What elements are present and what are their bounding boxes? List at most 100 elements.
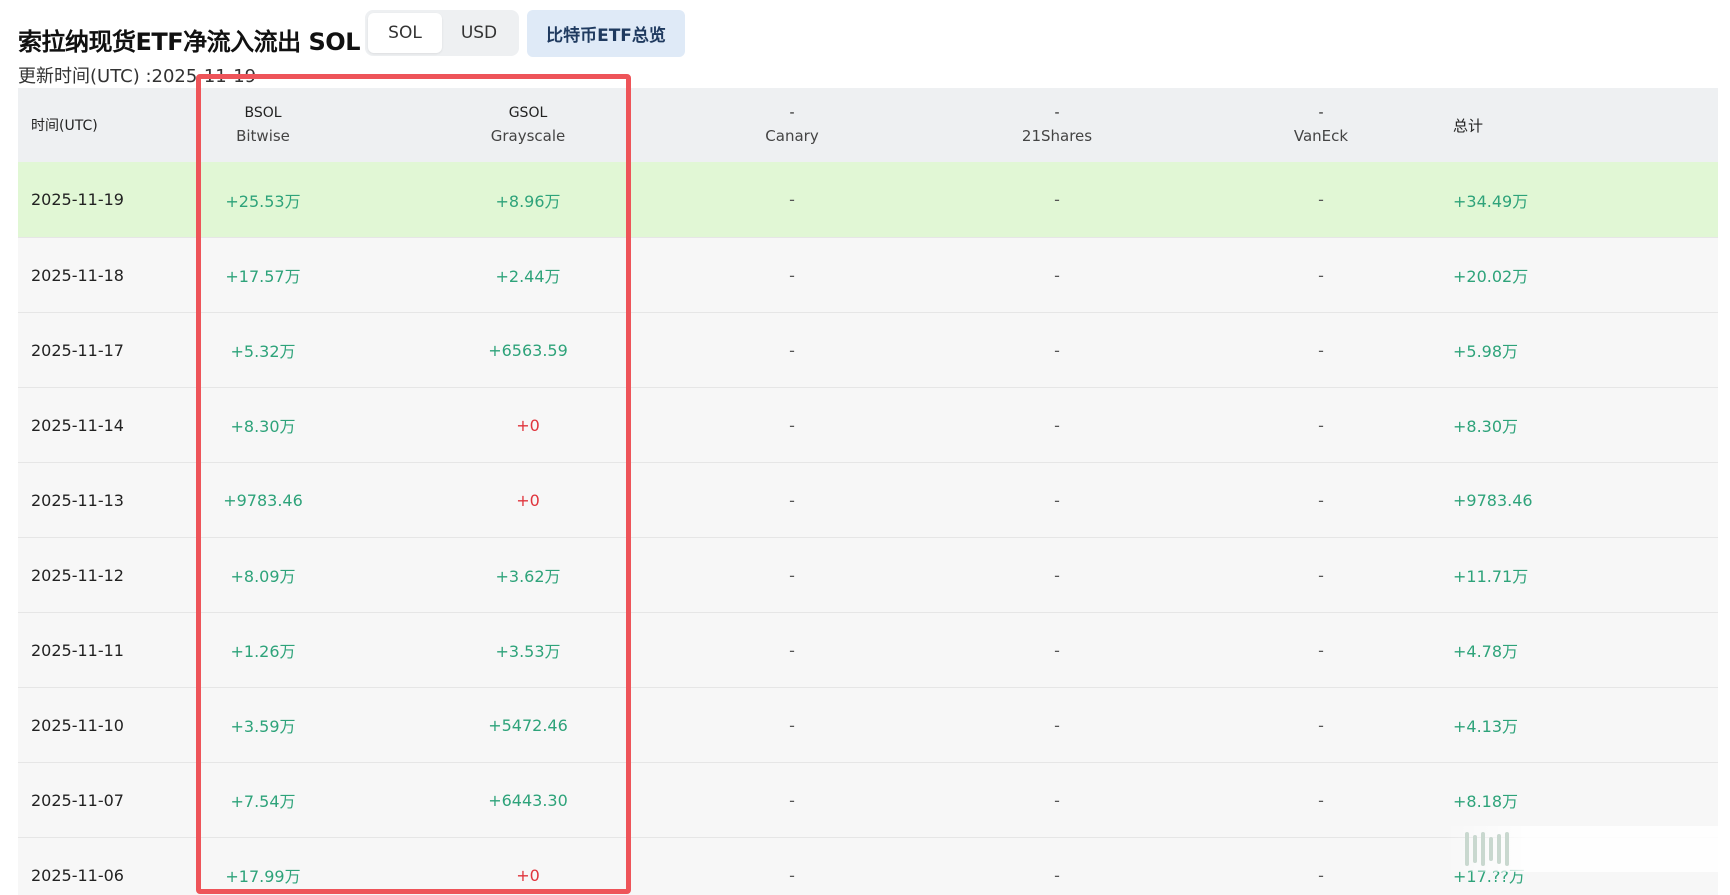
cell-total: +8.30万 [1453,417,1519,436]
cell-gsol: +3.62万 [495,567,561,586]
cell-canary: - [789,790,795,810]
cell-total: +20.02万 [1453,267,1529,286]
cell-canary: - [789,865,795,885]
cell-21shares: - [1054,715,1060,735]
cell-canary: - [789,190,795,209]
cell-vaneck: - [1318,790,1324,810]
header-fund-vaneck[interactable]: - VanEck [1294,102,1348,148]
cell-total: +5.98万 [1453,342,1519,361]
table-row[interactable]: 2025-11-12 +8.09万 +3.62万 - - - +11.71万 [18,537,1718,612]
table-row[interactable]: 2025-11-19 +25.53万 +8.96万 - - - +34.49万 [18,162,1718,237]
cell-date: 2025-11-10 [31,715,124,735]
cell-date: 2025-11-13 [31,490,124,510]
cell-gsol: +2.44万 [495,267,561,286]
cell-21shares: - [1054,865,1060,885]
cell-gsol: +0 [516,865,540,885]
unit-toggle[interactable]: SOL USD [365,10,519,56]
cell-date: 2025-11-17 [31,340,124,360]
cell-21shares: - [1054,265,1060,285]
cell-21shares: - [1054,415,1060,435]
cell-gsol: +6443.30 [488,790,568,810]
fund-issuer: 21Shares [1021,127,1093,145]
cell-bsol: +3.59万 [230,717,296,736]
cell-canary: - [789,340,795,360]
cell-bsol: +7.54万 [230,792,296,811]
cell-gsol: +0 [516,415,540,435]
cell-canary: - [789,415,795,435]
fund-ticker: GSOL [508,105,548,121]
etf-flow-table: 时间(UTC) BSOL Bitwise GSOL Grayscale - Ca… [18,88,1718,895]
cell-21shares: - [1054,190,1060,209]
cell-date: 2025-11-12 [31,565,124,585]
header-fund-gsol[interactable]: GSOL Grayscale [491,102,566,148]
watermark-logo [1445,826,1725,872]
header-fund-canary[interactable]: - Canary [765,102,818,148]
cell-date: 2025-11-14 [31,415,124,435]
cell-date: 2025-11-18 [31,265,124,285]
cell-vaneck: - [1318,715,1324,735]
table-row[interactable]: 2025-11-14 +8.30万 +0 - - - +8.30万 [18,387,1718,462]
cell-21shares: - [1054,340,1060,360]
table-row[interactable]: 2025-11-10 +3.59万 +5472.46 - - - +4.13万 [18,687,1718,762]
cell-21shares: - [1054,640,1060,660]
cell-vaneck: - [1318,265,1324,285]
unit-option-sol[interactable]: SOL [368,13,442,53]
cell-21shares: - [1054,790,1060,810]
cell-vaneck: - [1318,415,1324,435]
cell-bsol: +5.32万 [230,342,296,361]
cell-total: +8.18万 [1453,792,1519,811]
table-row[interactable]: 2025-11-11 +1.26万 +3.53万 - - - +4.78万 [18,612,1718,687]
fund-ticker: BSOL [244,105,282,121]
fund-issuer: VanEck [1293,127,1349,145]
cell-bsol: +17.57万 [225,267,301,286]
cell-21shares: - [1054,565,1060,585]
fund-issuer: Grayscale [490,127,566,145]
cell-total: +9783.46 [1453,490,1533,510]
cell-gsol: +0 [516,490,540,510]
cell-canary: - [789,715,795,735]
cell-date: 2025-11-06 [31,865,124,885]
cell-gsol: +3.53万 [495,642,561,661]
cell-bsol: +1.26万 [230,642,296,661]
cell-total: +11.71万 [1453,567,1529,586]
header-fund-bsol[interactable]: BSOL Bitwise [236,102,290,148]
cell-date: 2025-11-07 [31,790,124,810]
cell-21shares: - [1054,490,1060,510]
header-total: 总计 [1453,116,1484,135]
cell-vaneck: - [1318,340,1324,360]
cell-vaneck: - [1318,865,1324,885]
cell-bsol: +9783.46 [223,490,303,510]
fund-issuer: Canary [765,127,819,145]
cell-gsol: +8.96万 [495,191,561,211]
header-fund-21shares[interactable]: - 21Shares [1022,102,1092,148]
cell-vaneck: - [1318,190,1324,209]
cell-bsol: +25.53万 [225,191,301,211]
fund-ticker: - [789,105,795,121]
cell-bsol: +17.99万 [225,867,301,886]
table-body: 2025-11-19 +25.53万 +8.96万 - - - +34.49万 2025-11… [18,162,1718,895]
cell-bsol: +8.30万 [230,417,296,436]
table-row[interactable]: 2025-11-18 +17.57万 +2.44万 - - - +20.02万 [18,237,1718,312]
etf-flow-page: 索拉纳现货ETF净流入流出 SOL SOL USD 比特币ETF总览 更新时间(… [0,0,1730,895]
fund-ticker: - [1054,105,1060,121]
table-row[interactable]: 2025-11-13 +9783.46 +0 - - - +9783.46 [18,462,1718,537]
cell-vaneck: - [1318,565,1324,585]
cell-bsol: +8.09万 [230,567,296,586]
fund-issuer: Bitwise [236,127,290,145]
cell-total: +4.13万 [1453,717,1519,736]
unit-option-usd[interactable]: USD [442,13,516,53]
cell-canary: - [789,265,795,285]
cell-date: 2025-11-11 [31,640,124,660]
updated-time: 更新时间(UTC) :2025-11-19 [18,66,257,87]
cell-total: +34.49万 [1453,191,1529,211]
table-header: 时间(UTC) BSOL Bitwise GSOL Grayscale - Ca… [18,88,1718,162]
btc-etf-overview-button[interactable]: 比特币ETF总览 [527,10,685,57]
cell-gsol: +5472.46 [488,715,568,735]
cell-date: 2025-11-19 [31,190,124,209]
table-row[interactable]: 2025-11-17 +5.32万 +6563.59 - - - +5.98万 [18,312,1718,387]
cell-canary: - [789,565,795,585]
cell-vaneck: - [1318,490,1324,510]
cell-canary: - [789,490,795,510]
cell-canary: - [789,640,795,660]
cell-gsol: +6563.59 [488,340,568,360]
